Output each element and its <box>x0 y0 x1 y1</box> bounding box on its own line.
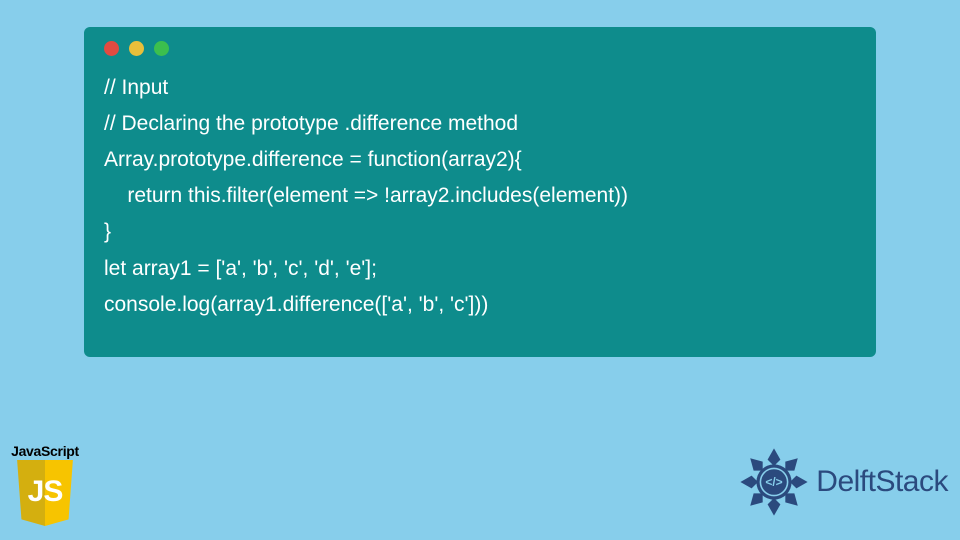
code-line: console.log(array1.difference(['a', 'b',… <box>104 293 488 316</box>
maximize-dot-icon <box>154 41 169 56</box>
code-block: // Input // Declaring the prototype .dif… <box>104 70 856 323</box>
window-controls <box>104 41 856 56</box>
code-line: return this.filter(element => !array2.in… <box>104 184 628 207</box>
javascript-label: JavaScript <box>6 443 84 459</box>
delftstack-brand-text: DelftStack <box>816 465 948 499</box>
javascript-shield-icon: JS <box>14 460 76 526</box>
code-window: // Input // Declaring the prototype .dif… <box>84 27 876 357</box>
code-line: // Input <box>104 76 168 99</box>
javascript-badge: JavaScript JS <box>6 443 84 526</box>
minimize-dot-icon <box>129 41 144 56</box>
code-line: // Declaring the prototype .difference m… <box>104 112 518 135</box>
close-dot-icon <box>104 41 119 56</box>
delftstack-badge: </> DelftStack <box>734 442 948 522</box>
svg-text:</>: </> <box>766 475 783 489</box>
js-shield-text: JS <box>23 468 67 516</box>
code-line: Array.prototype.difference = function(ar… <box>104 148 522 171</box>
code-line: } <box>104 220 111 243</box>
delftstack-logo-icon: </> <box>734 442 814 522</box>
code-line: let array1 = ['a', 'b', 'c', 'd', 'e']; <box>104 257 377 280</box>
